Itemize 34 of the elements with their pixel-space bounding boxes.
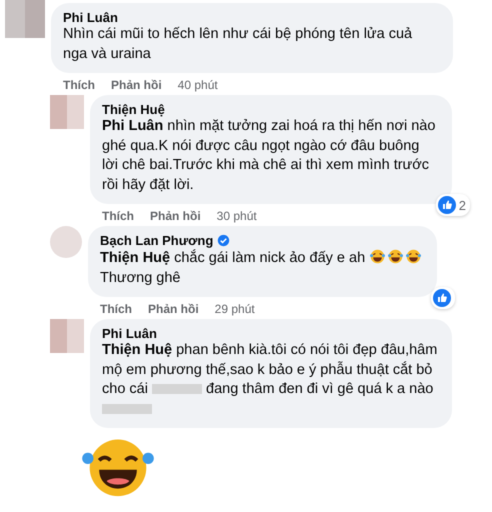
- author-name[interactable]: Bạch Lan Phương: [100, 233, 214, 248]
- comment-action-link[interactable]: Phản hồi: [150, 209, 201, 223]
- like-reaction[interactable]: [431, 287, 456, 309]
- comment-time[interactable]: 40 phút: [178, 78, 218, 92]
- comment-text: Thiện Huệ phan bênh kià.tôi có nói tôi đẹp đâu,hâm mộ em phương thế,sao k bảo e ý phẫu thuật cắt bỏ cho cái đang thâm đen đi vì gê quá k a nào: [102, 341, 438, 419]
- reaction-count: 2: [458, 198, 466, 212]
- blurred-text-block: [102, 404, 152, 414]
- comment-action-link[interactable]: Phản hồi: [148, 302, 199, 316]
- avatar-placeholder[interactable]: [50, 95, 84, 129]
- comment-action-link[interactable]: Thích: [63, 78, 95, 92]
- thumbs-up-icon: [433, 289, 452, 307]
- author-name[interactable]: Phi Luân: [102, 326, 157, 341]
- avatar-placeholder[interactable]: [50, 226, 82, 258]
- author-name[interactable]: Phi Luân: [63, 10, 118, 25]
- comment-text: Nhìn cái mũi to hếch lên như cái bệ phóng tên lửa cuả nga và uraina: [63, 25, 414, 64]
- blurred-text-block: [152, 384, 202, 394]
- mention-link[interactable]: Phi Luân: [102, 118, 164, 134]
- comment-time[interactable]: 30 phút: [216, 209, 257, 223]
- like-reaction[interactable]: 2: [436, 194, 470, 216]
- mention-link[interactable]: Thiện Huệ: [102, 342, 172, 358]
- avatar-placeholder[interactable]: [50, 319, 84, 353]
- laughing-emoji-icon: [405, 248, 422, 265]
- laughing-emoji-icon: [387, 248, 404, 265]
- comment-time[interactable]: 29 phút: [214, 302, 255, 316]
- mention-link[interactable]: Thiện Huệ: [100, 250, 170, 266]
- comment-action-link[interactable]: Thích: [100, 302, 132, 316]
- comment-action-link[interactable]: Phản hồi: [111, 78, 162, 92]
- comment-text: Thiện Huệ chắc gái làm nick ảo đấy e ah Thương ghê: [100, 248, 424, 288]
- avatar-placeholder[interactable]: [5, 0, 45, 38]
- laughing-emoji-icon: [369, 248, 386, 265]
- comment-action-link[interactable]: Thích: [102, 209, 134, 223]
- thumbs-up-icon: [438, 196, 456, 214]
- author-name[interactable]: Thiện Huệ: [102, 102, 165, 117]
- comment-text: Phi Luân nhìn mặt tưởng zai hoá ra thị hến nơi nào ghé qua.K nói được câu ngọt ngào cớ đâu buông lời chê bai.Trước khi mà chê ai thì xem mình trước rồi hãy đặt lời.: [102, 117, 436, 194]
